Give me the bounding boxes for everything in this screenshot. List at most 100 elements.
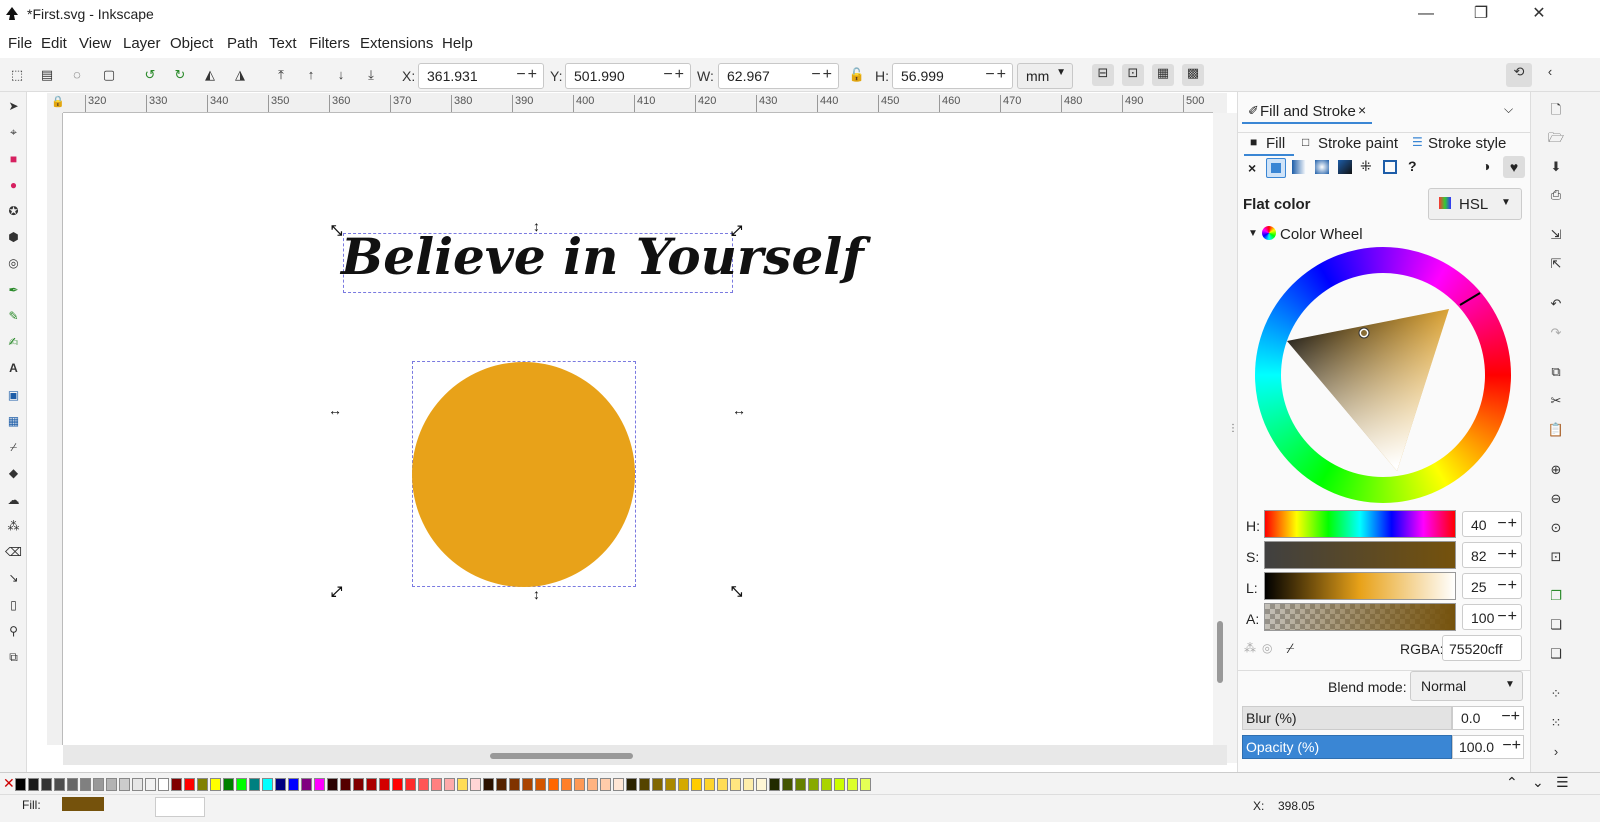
saturation-slider[interactable] xyxy=(1264,541,1456,569)
h-stepper[interactable]: −+ xyxy=(985,66,1008,84)
save-icon[interactable]: ⬇ xyxy=(1546,157,1566,177)
alpha-stepper[interactable]: −+ xyxy=(1497,608,1518,626)
subtab-stroke-style[interactable]: ☰ Stroke style xyxy=(1412,132,1524,156)
subtab-stroke-paint[interactable]: □ Stroke paint xyxy=(1300,132,1410,156)
snap-toggle-icon[interactable]: ⟲ xyxy=(1506,63,1532,87)
palette-swatch[interactable] xyxy=(691,778,702,791)
export-icon[interactable]: ⇱ xyxy=(1546,254,1566,274)
palette-swatch[interactable] xyxy=(860,778,871,791)
blur-slider[interactable]: Blur (%) xyxy=(1242,706,1452,730)
resize-handle-icon[interactable]: ⤢ xyxy=(731,222,742,239)
palette-scroll-down-icon[interactable]: ⌄ xyxy=(1532,774,1544,791)
flip-horizontal-icon[interactable]: ◭ xyxy=(201,66,219,84)
scroll-thumb[interactable] xyxy=(1217,621,1223,683)
pen-tool-icon[interactable]: ✒ xyxy=(5,282,22,299)
palette-swatch[interactable] xyxy=(444,778,455,791)
print-icon[interactable]: ⎙ xyxy=(1546,185,1566,205)
paint-none-icon[interactable]: × xyxy=(1248,160,1256,176)
flip-vertical-icon[interactable]: ◮ xyxy=(231,66,249,84)
pages-tool-icon[interactable]: ▯ xyxy=(5,597,22,614)
rectangle-tool-icon[interactable]: ■ xyxy=(5,151,22,168)
w-field[interactable]: 62.967 −+ xyxy=(718,63,839,89)
horizontal-scrollbar[interactable] xyxy=(63,745,1213,765)
menu-help[interactable]: Help xyxy=(442,35,473,52)
menu-edit[interactable]: Edit xyxy=(41,35,67,52)
text-tool-icon[interactable]: A xyxy=(5,360,22,377)
hue-spin[interactable]: 40 −+ xyxy=(1462,511,1522,537)
select-all-icon[interactable]: ⬚ xyxy=(8,66,26,84)
layer-select[interactable] xyxy=(155,797,205,817)
new-document-icon[interactable]: 🗋 xyxy=(1546,100,1566,120)
palette-swatch[interactable] xyxy=(483,778,494,791)
palette-swatch[interactable] xyxy=(652,778,663,791)
tweak-tool-icon[interactable]: ☁ xyxy=(5,492,22,509)
palette-swatch[interactable] xyxy=(639,778,650,791)
palette-swatch[interactable] xyxy=(223,778,234,791)
opacity-slider[interactable]: Opacity (%) xyxy=(1242,735,1452,759)
palette-swatch[interactable] xyxy=(15,778,26,791)
palette-swatch[interactable] xyxy=(717,778,728,791)
palette-swatch[interactable] xyxy=(93,778,104,791)
measure-tool-icon[interactable]: ⧉ xyxy=(5,649,22,666)
w-stepper[interactable]: −+ xyxy=(811,66,834,84)
resize-handle-icon[interactable]: ↕ xyxy=(533,586,540,602)
palette-swatch[interactable] xyxy=(145,778,156,791)
chevron-left-icon[interactable]: ‹ xyxy=(1540,63,1560,87)
palette-swatch[interactable] xyxy=(119,778,130,791)
saturation-spin[interactable]: 82 −+ xyxy=(1462,542,1522,568)
star-tool-icon[interactable]: ✪ xyxy=(5,203,22,220)
paint-radial-gradient-icon[interactable] xyxy=(1315,160,1329,174)
palette-swatch[interactable] xyxy=(756,778,767,791)
opacity-stepper[interactable]: −+ xyxy=(1502,737,1521,755)
palette-swatch[interactable] xyxy=(743,778,754,791)
palette-swatch[interactable] xyxy=(80,778,91,791)
y-stepper[interactable]: −+ xyxy=(663,66,686,84)
menu-extensions[interactable]: Extensions xyxy=(360,35,433,52)
copy-icon[interactable]: ⧉ xyxy=(1546,362,1566,382)
palette-swatch[interactable] xyxy=(457,778,468,791)
paint-flat-icon[interactable] xyxy=(1266,158,1286,178)
palette-swatch[interactable] xyxy=(665,778,676,791)
palette-swatch[interactable] xyxy=(366,778,377,791)
lightness-spin[interactable]: 25 −+ xyxy=(1462,573,1522,599)
duplicate-icon[interactable]: ❐ xyxy=(1546,586,1566,606)
palette-swatch[interactable] xyxy=(509,778,520,791)
palette-swatch[interactable] xyxy=(249,778,260,791)
y-field[interactable]: 501.990 −+ xyxy=(565,63,691,89)
opacity-spin[interactable]: 100.0 −+ xyxy=(1452,735,1524,759)
group-icon[interactable]: ⁘ xyxy=(1546,684,1566,704)
zoom-corner-icon[interactable] xyxy=(1213,93,1227,113)
palette-swatch[interactable] xyxy=(28,778,39,791)
palette-swatch[interactable] xyxy=(106,778,117,791)
canvas[interactable]: Believe in Yourself ⤡ ↕ ⤢ ↔ ↔ ⤢ ↕ ⤡ xyxy=(63,113,1213,745)
zoom-drawing-icon[interactable]: ⊖ xyxy=(1546,489,1566,509)
spray-tool-icon[interactable]: ⁂ xyxy=(5,518,22,535)
palette-swatch[interactable] xyxy=(626,778,637,791)
selector-tool-icon[interactable]: ➤ xyxy=(5,98,22,115)
vertical-scrollbar[interactable] xyxy=(1213,113,1227,745)
palette-swatch[interactable] xyxy=(262,778,273,791)
fill-rule-evenodd-icon[interactable]: ◑ xyxy=(1482,158,1490,174)
x-stepper[interactable]: −+ xyxy=(516,66,539,84)
paint-unset-icon[interactable]: ? xyxy=(1408,158,1417,174)
redo-icon[interactable]: ↷ xyxy=(1546,323,1566,343)
eraser-tool-icon[interactable]: ⌫ xyxy=(5,544,22,561)
palette-swatch[interactable] xyxy=(54,778,65,791)
vertical-ruler[interactable] xyxy=(47,113,63,745)
palette-swatch[interactable] xyxy=(353,778,364,791)
saturation-stepper[interactable]: −+ xyxy=(1497,546,1518,564)
paint-bucket-tool-icon[interactable]: ◆ xyxy=(5,465,22,482)
transform-gradients-icon[interactable]: ▦ xyxy=(1152,64,1174,86)
resize-handle-icon[interactable]: ↔ xyxy=(732,402,746,418)
raise-to-top-icon[interactable]: ⤒ xyxy=(272,66,290,84)
palette-swatch[interactable] xyxy=(470,778,481,791)
horizontal-ruler[interactable]: 320 330 340 350 360 370 380 390 400 410 … xyxy=(63,93,1213,113)
panel-menu-chevron-icon[interactable]: ⌵ xyxy=(1504,102,1513,117)
palette-swatch[interactable] xyxy=(574,778,585,791)
zoom-selection-icon[interactable]: ⊕ xyxy=(1546,460,1566,480)
color-manage-icon[interactable] xyxy=(1213,745,1227,765)
menu-text[interactable]: Text xyxy=(269,35,297,52)
raise-icon[interactable]: ↑ xyxy=(302,66,320,84)
resize-handle-icon[interactable]: ⤡ xyxy=(331,222,342,239)
palette-swatch[interactable] xyxy=(548,778,559,791)
